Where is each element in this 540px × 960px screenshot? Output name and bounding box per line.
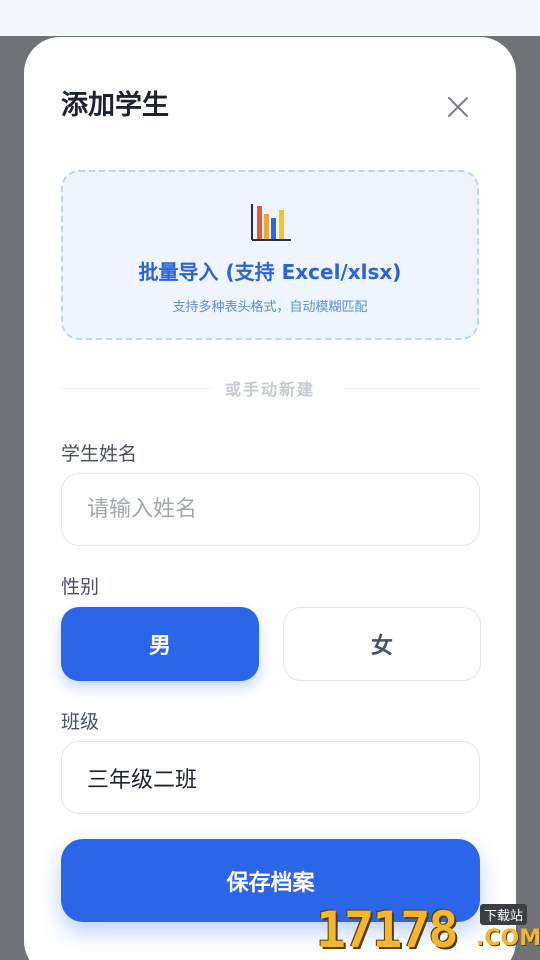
top-status-strip <box>0 0 540 36</box>
batch-import-dropzone[interactable]: 批量导入 (支持 Excel/xlsx) 支持多种表头格式，自动模糊匹配 <box>61 170 479 340</box>
site-watermark: 17178 下载站 .COM <box>316 898 540 960</box>
divider-line-right <box>344 388 480 389</box>
watermark-tag: 下载站 <box>480 904 528 925</box>
watermark-digits: 17178 <box>316 901 459 959</box>
gender-female-button[interactable]: 女 <box>283 607 481 681</box>
class-input[interactable] <box>61 741 480 814</box>
bar-chart-icon <box>251 204 291 241</box>
student-name-label: 学生姓名 <box>61 443 138 465</box>
add-student-dialog: 添加学生 批量导入 (支持 Excel/xlsx) 支持多种表头格式，自动模糊匹… <box>24 37 516 960</box>
class-label: 班级 <box>61 711 100 733</box>
close-button[interactable] <box>442 91 474 123</box>
batch-import-subtitle: 支持多种表头格式，自动模糊匹配 <box>172 300 368 315</box>
close-icon <box>448 97 468 117</box>
batch-import-title: 批量导入 (支持 Excel/xlsx) <box>138 260 402 284</box>
dialog-title: 添加学生 <box>61 90 169 121</box>
gender-label: 性别 <box>61 576 100 598</box>
gender-male-button[interactable]: 男 <box>61 607 259 681</box>
watermark-domain: .COM <box>476 926 540 951</box>
student-name-input[interactable] <box>61 473 480 546</box>
